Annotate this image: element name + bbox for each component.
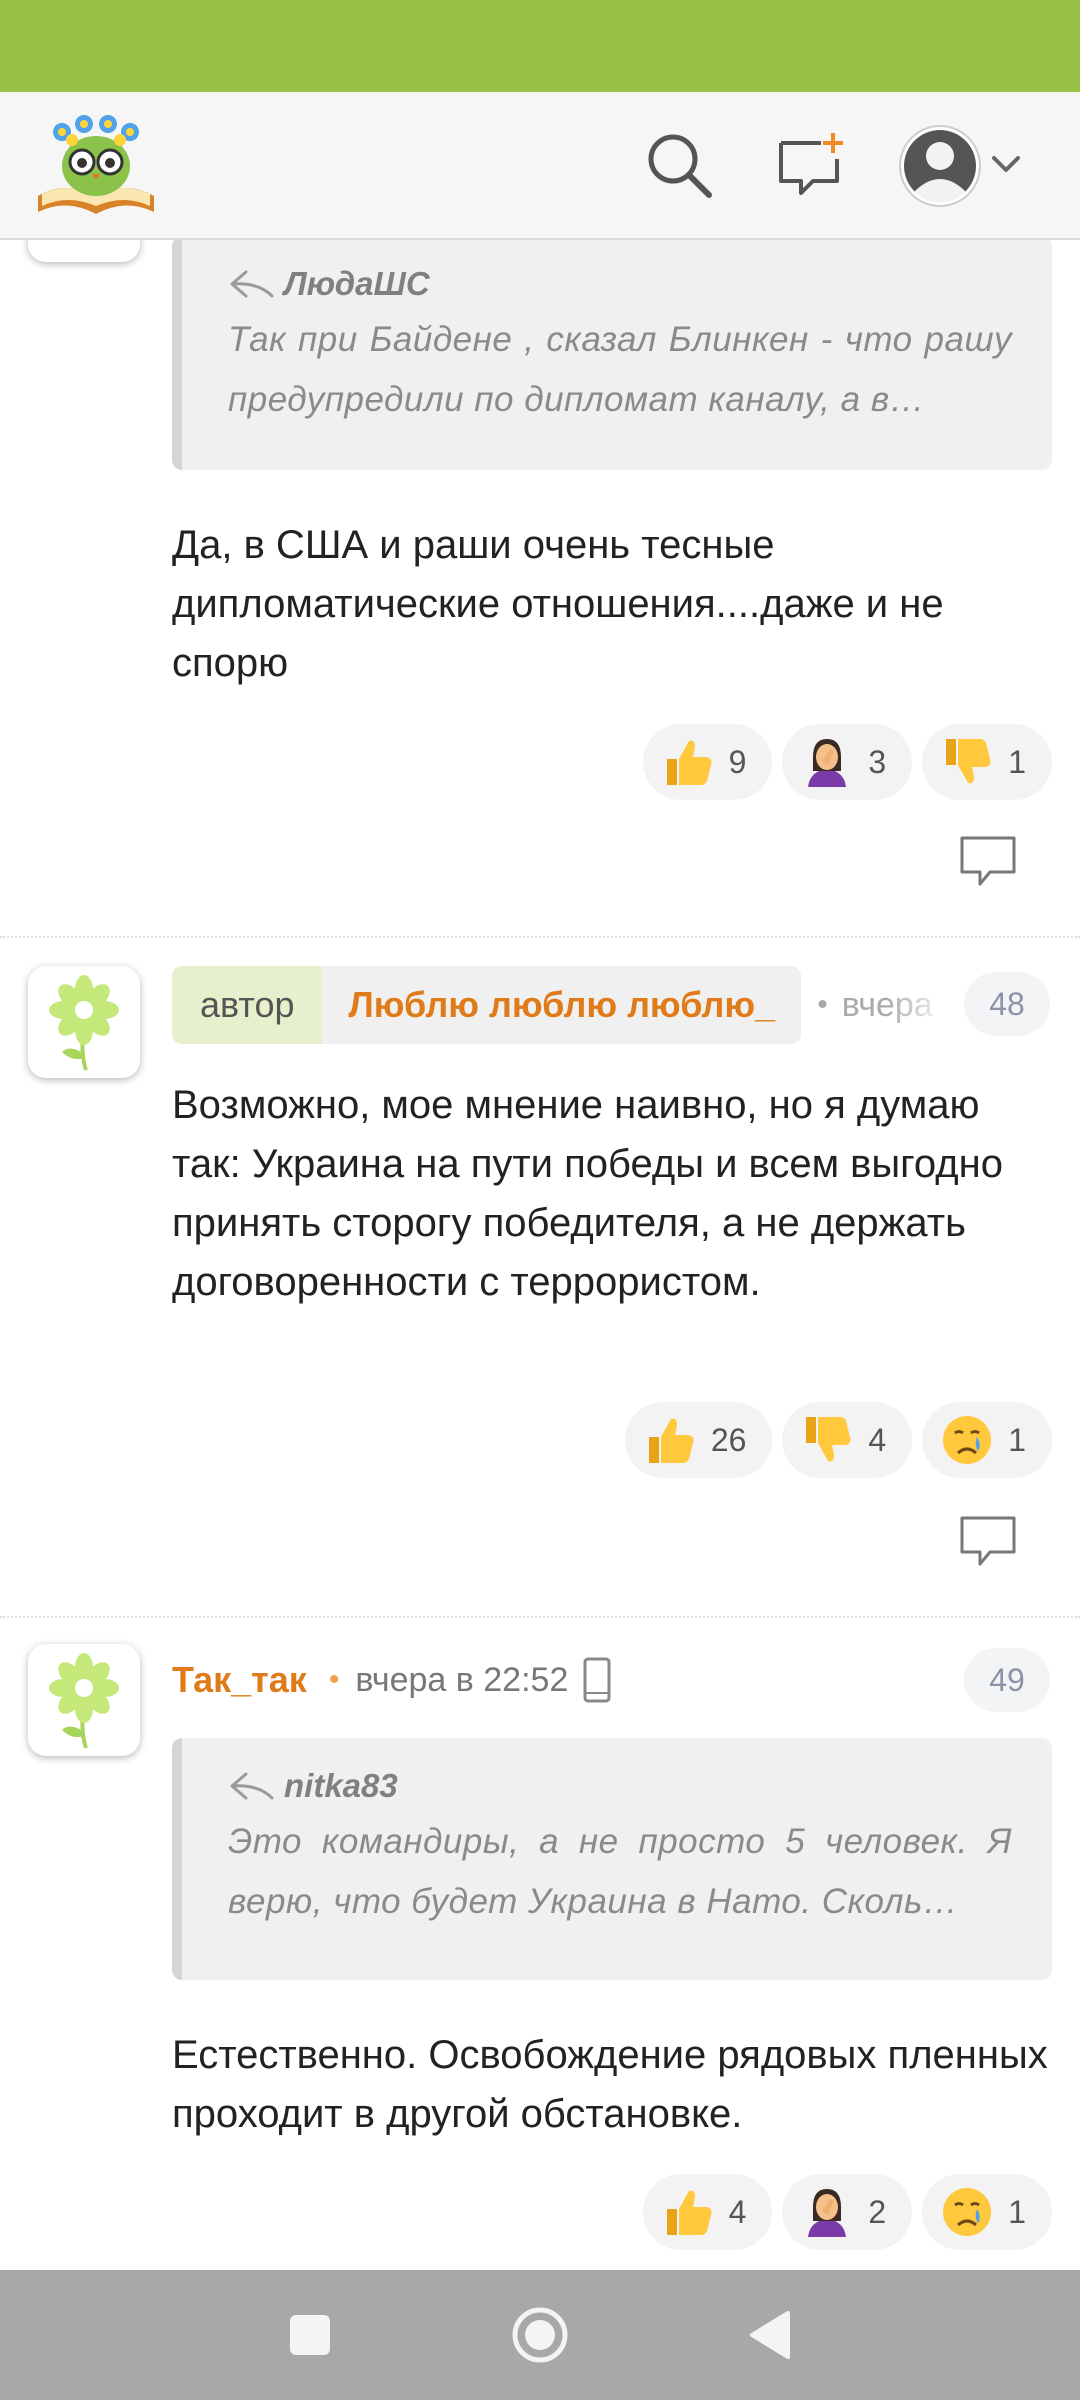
search-icon — [648, 134, 712, 198]
author-title[interactable]: Люблю люблю люблю_ — [322, 966, 802, 1044]
comment-text: Естественно. Освобождение рядовых пленны… — [172, 2033, 1048, 2136]
square-icon — [290, 2315, 330, 2355]
back-button[interactable] — [735, 2300, 805, 2370]
author-info-row: автор Люблю люблю люблю_ • вчера — [172, 966, 952, 1044]
reaction-count: 3 — [868, 743, 887, 780]
reaction-facepalm[interactable]: 3 — [782, 724, 913, 800]
quote-author[interactable]: nitka83 — [284, 1767, 398, 1805]
comment-bubble-icon — [960, 1516, 1016, 1566]
reaction-count: 2 — [868, 2193, 887, 2230]
circle-icon — [512, 2307, 568, 2363]
quote-text: Это командиры, а не просто 5 человек. Я … — [228, 1822, 1012, 1921]
reaction-bar: 9 3 1 — [642, 724, 1052, 800]
chevron-down-icon — [992, 156, 1020, 172]
quoted-comment[interactable]: ЛюдаШС Так при Байдене , сказал Блинкен … — [172, 240, 1052, 470]
comment-time: вчера в 22:52 — [355, 1660, 569, 1699]
reaction-thumbs-down[interactable]: 1 — [922, 724, 1052, 800]
crying-face-icon — [940, 2185, 994, 2239]
thumbs-up-icon — [643, 1413, 697, 1467]
status-bar — [0, 0, 1080, 92]
reply-arrow-icon — [230, 270, 274, 298]
reaction-thumbs-up[interactable]: 4 — [642, 2174, 773, 2250]
site-logo[interactable] — [34, 110, 158, 222]
thumbs-down-icon — [940, 735, 994, 789]
top-app-bar — [0, 92, 1080, 240]
quote-text: Так при Байдене , сказал Блинкен - что р… — [228, 320, 1012, 419]
mobile-phone-icon — [583, 1657, 611, 1703]
user-avatar-icon — [899, 125, 981, 207]
commenter-avatar[interactable] — [28, 966, 140, 1078]
comment-text: Возможно, мое мнение наивно, но я думаю … — [172, 1083, 1003, 1304]
comment-number-badge[interactable]: 49 — [964, 1648, 1050, 1712]
facepalm-icon — [800, 2185, 854, 2239]
reply-arrow-icon — [230, 1772, 274, 1800]
reaction-thumbs-up[interactable]: 9 — [642, 724, 773, 800]
reply-button[interactable] — [958, 832, 1018, 892]
reaction-thumbs-down[interactable]: 4 — [782, 1402, 913, 1478]
reaction-count: 4 — [728, 2193, 747, 2230]
quoted-comment[interactable]: nitka83 Это командиры, а не просто 5 чел… — [172, 1738, 1052, 1980]
thumbs-down-icon — [800, 1413, 854, 1467]
triangle-back-icon — [750, 2311, 790, 2359]
recent-apps-button[interactable] — [275, 2300, 345, 2370]
comment-divider — [0, 936, 1080, 938]
reaction-crying[interactable]: 1 — [922, 2174, 1052, 2250]
profile-menu-button[interactable] — [890, 116, 1040, 216]
author-info-row: Так_так • вчера в 22:52 — [172, 1650, 612, 1710]
system-navigation-bar — [0, 2270, 1080, 2400]
reaction-count: 9 — [728, 743, 747, 780]
reaction-facepalm[interactable]: 2 — [782, 2174, 913, 2250]
owl-book-logo-icon — [38, 115, 154, 214]
thumbs-up-icon — [661, 735, 715, 789]
reaction-count: 1 — [1008, 1421, 1026, 1458]
comment-number-badge[interactable]: 48 — [964, 972, 1050, 1036]
commenter-avatar[interactable] — [28, 1644, 140, 1756]
reaction-crying[interactable]: 1 — [922, 1402, 1052, 1478]
facepalm-icon — [800, 735, 854, 789]
reply-button[interactable] — [958, 1512, 1018, 1572]
commenter-avatar[interactable] — [28, 240, 140, 262]
new-message-icon — [779, 133, 843, 195]
reaction-count: 4 — [868, 1421, 887, 1458]
comment-text: Да, в США и раши очень тесные дипломатич… — [172, 523, 944, 685]
comment-bubble-icon — [960, 836, 1016, 886]
thumbs-up-icon — [661, 2185, 715, 2239]
author-tag: автор — [172, 966, 323, 1044]
reaction-count: 1 — [1008, 2193, 1026, 2230]
reaction-bar: 4 2 1 — [642, 2174, 1052, 2250]
comments-feed[interactable]: ЛюдаШС Так при Байдене , сказал Блинкен … — [0, 240, 1080, 2270]
crying-face-icon — [940, 1413, 994, 1467]
comment-divider — [0, 1616, 1080, 1618]
comment-time: вчера — [841, 985, 933, 1024]
new-post-button[interactable] — [768, 122, 854, 208]
flower-avatar-icon — [49, 975, 119, 1071]
username[interactable]: Так_так — [172, 1659, 307, 1701]
quote-author[interactable]: ЛюдаШС — [284, 265, 430, 303]
reaction-bar: 26 4 1 — [624, 1402, 1052, 1478]
reaction-count: 26 — [710, 1421, 747, 1458]
flower-avatar-icon — [49, 1653, 119, 1749]
reaction-thumbs-up[interactable]: 26 — [624, 1402, 773, 1478]
reaction-count: 1 — [1008, 743, 1026, 780]
search-button[interactable] — [636, 122, 722, 208]
home-button[interactable] — [505, 2300, 575, 2370]
